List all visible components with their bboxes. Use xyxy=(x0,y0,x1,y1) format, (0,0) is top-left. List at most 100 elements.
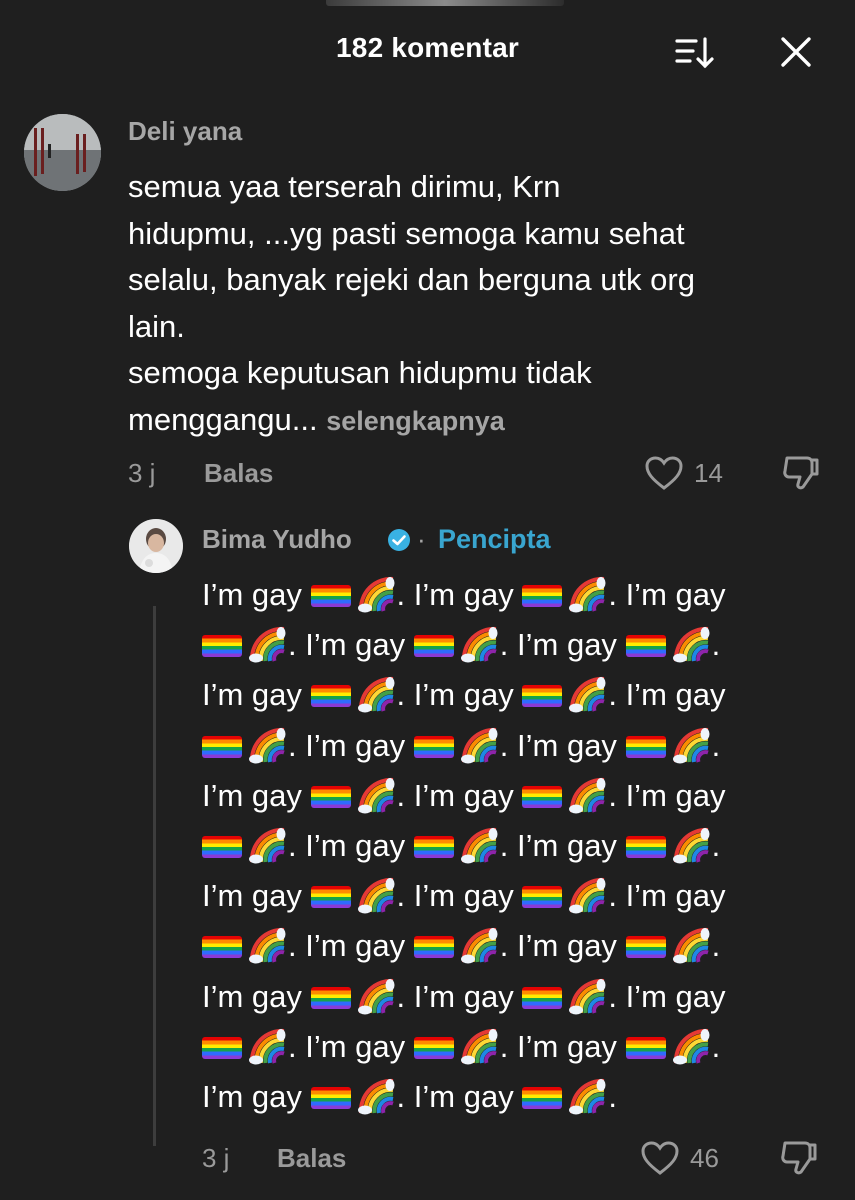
rainbow-icon xyxy=(460,1028,498,1065)
reply-line: . I’m gay . I’m gay . xyxy=(202,821,822,871)
phrase-text: I’m gay xyxy=(413,677,514,713)
rainbow-icon xyxy=(460,928,498,964)
phrase-text: I’m gay xyxy=(413,1078,514,1114)
phrase-text: I’m gay xyxy=(202,577,302,612)
rainbow-icon xyxy=(672,627,710,663)
reply-line: . I’m gay . I’m gay . xyxy=(202,1022,822,1072)
phrase-text: I’m gay xyxy=(517,727,617,763)
phrase-text: I’m gay xyxy=(517,627,617,663)
rainbow-flag-icon xyxy=(625,1036,666,1059)
comment-line-last: menggangu... selengkapnya xyxy=(128,397,828,445)
rainbow-flag-icon xyxy=(522,1086,563,1109)
comment-time: 3 j xyxy=(128,458,156,488)
rainbow-icon xyxy=(357,1078,395,1115)
thumbs-down-icon[interactable] xyxy=(779,1137,819,1177)
reply-line: I’m gay . I’m gay . I’m gay xyxy=(202,677,726,713)
rainbow-icon xyxy=(249,1028,286,1065)
verified-badge-icon xyxy=(388,529,410,551)
rainbow-flag-icon xyxy=(522,886,563,909)
reply-button[interactable]: Balas xyxy=(277,1143,346,1174)
phrase-text: I’m gay xyxy=(625,978,726,1014)
rainbow-flag-icon xyxy=(202,635,242,658)
phrase-text: I’m gay xyxy=(305,928,406,964)
rainbow-flag-icon xyxy=(310,585,351,607)
phrase-text: I’m gay xyxy=(305,827,406,863)
like-count: 46 xyxy=(690,1143,719,1173)
rainbow-flag-icon xyxy=(625,835,666,858)
rainbow-flag-icon xyxy=(310,785,351,808)
phrase-text: I’m gay xyxy=(202,878,302,914)
see-more-link[interactable]: selengkapnya xyxy=(326,406,505,436)
rainbow-flag-icon xyxy=(413,936,454,959)
rainbow-icon xyxy=(460,727,498,764)
phrase-text: I’m gay xyxy=(202,677,302,713)
comment-line: semoga keputusan hidupmu tidak xyxy=(128,355,592,390)
rainbow-flag-icon xyxy=(310,986,351,1009)
separator-dot: · xyxy=(417,524,426,554)
comment-line: selalu, banyak rejeki dan berguna utk or… xyxy=(128,262,695,297)
phrase-text: I’m gay xyxy=(413,777,514,813)
avatar[interactable] xyxy=(24,114,101,191)
rainbow-icon xyxy=(672,928,710,964)
comment-text: I’m gay . I’m gay . I’m gay. I’m gay . I… xyxy=(202,570,822,1122)
rainbow-flag-icon xyxy=(522,685,563,708)
phrase-text: I’m gay xyxy=(305,627,406,663)
rainbow-flag-icon xyxy=(202,835,242,858)
comment-line: lain. xyxy=(128,308,185,344)
phrase-text: I’m gay xyxy=(202,777,302,813)
phrase-text: I’m gay xyxy=(517,1028,617,1064)
rainbow-icon xyxy=(569,677,606,713)
comment-author[interactable]: Deli yana xyxy=(128,116,242,147)
reply-line: I’m gay . I’m gay . I’m gay xyxy=(202,576,726,613)
comment-author[interactable]: Bima Yudho xyxy=(202,524,352,555)
creator-avatar[interactable] xyxy=(129,519,183,573)
rainbow-icon xyxy=(569,1078,606,1115)
phrase-text: I’m gay xyxy=(517,827,617,863)
rainbow-icon xyxy=(357,576,395,613)
phrase-text: I’m gay xyxy=(625,878,726,914)
phrase-text: I’m gay xyxy=(202,1078,302,1114)
heart-icon[interactable] xyxy=(640,1140,680,1176)
phrase-text: I’m gay xyxy=(413,878,514,914)
rainbow-flag-icon xyxy=(625,635,666,658)
thumbs-down-icon[interactable] xyxy=(781,452,821,492)
rainbow-icon xyxy=(569,576,606,613)
creator-label: Pencipta xyxy=(438,524,551,554)
reply-line: I’m gay . I’m gay . I’m gay xyxy=(202,777,726,814)
reply-line: I’m gay . I’m gay . I’m gay xyxy=(202,978,726,1014)
comment-line: hidupmu, ...yg pasti semoga kamu sehat xyxy=(128,215,685,251)
rainbow-flag-icon xyxy=(310,1086,351,1109)
video-thumbnail-strip xyxy=(326,0,564,6)
rainbow-icon xyxy=(357,878,395,914)
phrase-text: I’m gay xyxy=(202,978,302,1014)
phrase-text: I’m gay xyxy=(625,577,726,612)
comment-count-title: 182 komentar xyxy=(336,32,519,63)
rainbow-flag-icon xyxy=(310,886,351,909)
comment-time: 3 j xyxy=(202,1143,230,1173)
reply-line: I’m gay . I’m gay . xyxy=(202,1078,617,1115)
rainbow-flag-icon xyxy=(413,735,454,758)
heart-icon[interactable] xyxy=(644,455,684,491)
reply-line: I’m gay . I’m gay . I’m gay xyxy=(202,878,726,914)
rainbow-icon xyxy=(357,777,395,814)
rainbow-icon xyxy=(249,727,286,764)
rainbow-icon xyxy=(357,677,395,713)
phrase-text: I’m gay xyxy=(305,727,406,763)
rainbow-icon xyxy=(460,827,498,864)
rainbow-icon xyxy=(672,1028,710,1065)
phrase-text: I’m gay xyxy=(625,777,726,813)
rainbow-icon xyxy=(249,827,286,864)
rainbow-flag-icon xyxy=(202,1036,242,1059)
phrase-text: I’m gay xyxy=(413,978,514,1014)
thread-line xyxy=(153,606,156,1146)
rainbow-flag-icon xyxy=(522,585,563,607)
phrase-text: I’m gay xyxy=(305,1028,406,1064)
rainbow-flag-icon xyxy=(625,936,666,959)
reply-button[interactable]: Balas xyxy=(204,458,273,489)
close-icon[interactable] xyxy=(778,34,814,70)
rainbow-icon xyxy=(672,727,710,764)
sort-descending-icon[interactable] xyxy=(674,36,716,70)
comments-header: 182 komentar xyxy=(0,20,855,82)
like-count: 14 xyxy=(694,458,723,488)
rainbow-flag-icon xyxy=(625,735,666,758)
